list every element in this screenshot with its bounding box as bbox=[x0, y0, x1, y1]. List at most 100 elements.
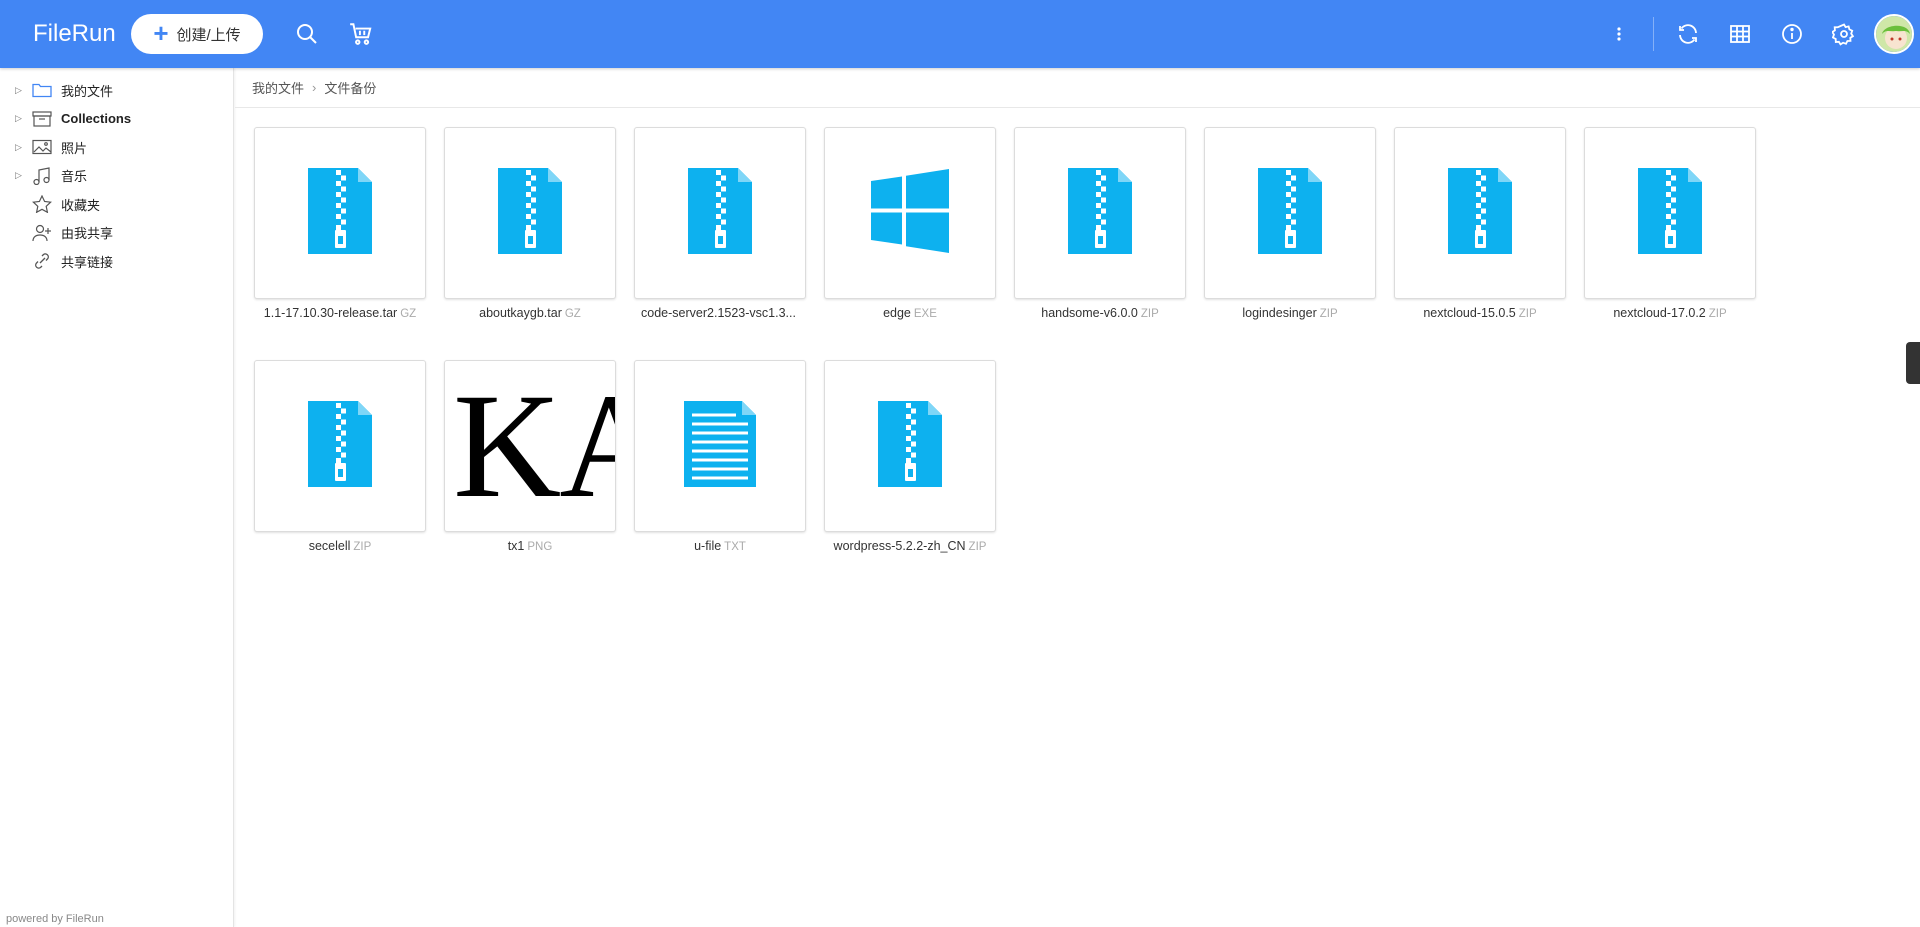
file-name: handsome-v6.0.0 bbox=[1041, 306, 1138, 320]
file-name: wordpress-5.2.2-zh_CN bbox=[833, 539, 966, 553]
sidebar-item-shared-by-me[interactable]: ▷ 由我共享 bbox=[0, 219, 233, 248]
avatar[interactable] bbox=[1874, 14, 1914, 54]
file-thumbnail[interactable] bbox=[634, 127, 806, 299]
file-thumbnail[interactable] bbox=[254, 360, 426, 532]
settings-icon[interactable] bbox=[1824, 14, 1864, 54]
breadcrumb: 我的文件 › 文件备份 bbox=[235, 68, 1920, 108]
file-thumbnail[interactable] bbox=[254, 127, 426, 299]
link-icon bbox=[31, 251, 53, 271]
windows-icon bbox=[871, 168, 949, 258]
file-tile[interactable]: wordpress-5.2.2-zh_CN ZIP bbox=[824, 360, 996, 553]
file-tile[interactable]: u-file TXT bbox=[634, 360, 806, 553]
file-tile[interactable]: edge EXE bbox=[824, 127, 996, 320]
file-name: tx1 bbox=[507, 539, 525, 553]
file-ext: TXT bbox=[724, 541, 746, 553]
file-thumbnail[interactable] bbox=[634, 360, 806, 532]
archive-icon bbox=[688, 167, 752, 259]
sidebar-item-shared-links[interactable]: ▷ 共享链接 bbox=[0, 247, 233, 276]
file-ext: PNG bbox=[527, 541, 553, 553]
app-logo[interactable]: FileRun bbox=[33, 20, 131, 48]
archive-icon bbox=[878, 400, 942, 492]
archive-icon bbox=[498, 167, 562, 259]
file-name: nextcloud-15.0.5 bbox=[1423, 306, 1516, 320]
sidebar-item-label: Collections bbox=[61, 111, 132, 127]
breadcrumb-current[interactable]: 文件备份 bbox=[324, 78, 376, 97]
file-tile[interactable]: nextcloud-15.0.5 ZIP bbox=[1394, 127, 1566, 320]
info-icon[interactable] bbox=[1772, 14, 1812, 54]
expand-caret-icon[interactable]: ▷ bbox=[15, 142, 27, 153]
cart-icon[interactable] bbox=[341, 14, 381, 54]
sidebar-item-photos[interactable]: ▷ 照片 bbox=[0, 133, 233, 162]
sidebar-item-music[interactable]: ▷ 音乐 bbox=[0, 162, 233, 191]
file-name: secelell bbox=[308, 539, 351, 553]
file-name: nextcloud-17.0.2 bbox=[1613, 306, 1706, 320]
shared-user-icon bbox=[31, 223, 53, 243]
sidebar: ▷ 我的文件 ▷ Collections ▷ 照片 ▷ 音乐 ▷ 收藏夹 ▷ 由… bbox=[0, 68, 234, 927]
image-thumbnail[interactable]: KAT bbox=[444, 360, 616, 532]
file-ext: ZIP bbox=[353, 541, 372, 553]
sidebar-item-my-files[interactable]: ▷ 我的文件 bbox=[0, 76, 233, 105]
archive-icon bbox=[308, 167, 372, 259]
photo-icon bbox=[31, 137, 53, 157]
file-ext: ZIP bbox=[1518, 308, 1537, 320]
expand-caret-icon[interactable]: ▷ bbox=[15, 170, 27, 181]
sidebar-item-label: 收藏夹 bbox=[61, 197, 101, 213]
file-ext: GZ bbox=[400, 308, 417, 320]
file-thumbnail[interactable] bbox=[1014, 127, 1186, 299]
sidebar-item-label: 共享链接 bbox=[61, 254, 114, 270]
file-grid: 1.1-17.10.30-release.tar GZ aboutkaygb.ta… bbox=[254, 127, 1756, 553]
search-icon[interactable] bbox=[287, 14, 327, 54]
sidebar-item-favorites[interactable]: ▷ 收藏夹 bbox=[0, 190, 233, 219]
side-panel-handle[interactable] bbox=[1906, 342, 1920, 384]
file-tile[interactable]: aboutkaygb.tar GZ bbox=[444, 127, 616, 320]
thumbnail-text: KAT bbox=[453, 363, 615, 529]
sidebar-item-label: 我的文件 bbox=[61, 83, 114, 99]
grid-view-icon[interactable] bbox=[1720, 14, 1760, 54]
sidebar-item-label: 照片 bbox=[61, 140, 88, 156]
file-thumbnail[interactable] bbox=[1584, 127, 1756, 299]
file-tile[interactable]: handsome-v6.0.0 ZIP bbox=[1014, 127, 1186, 320]
file-name: 1.1-17.10.30-release.tar bbox=[263, 306, 398, 320]
archive-icon bbox=[308, 400, 372, 492]
file-name: code-server2.1523-vsc1.3... bbox=[641, 306, 796, 320]
file-ext: ZIP bbox=[1708, 308, 1727, 320]
powered-by-text[interactable]: powered by FileRun bbox=[6, 913, 104, 925]
file-thumbnail[interactable] bbox=[1204, 127, 1376, 299]
file-thumbnail[interactable] bbox=[824, 360, 996, 532]
file-tile[interactable]: secelell ZIP bbox=[254, 360, 426, 553]
file-thumbnail[interactable] bbox=[1394, 127, 1566, 299]
toolbar-divider bbox=[1653, 17, 1654, 51]
archive-icon bbox=[1258, 167, 1322, 259]
folder-icon bbox=[31, 80, 53, 100]
file-ext: GZ bbox=[564, 308, 581, 320]
main-content: 我的文件 › 文件备份 1.1-17.10.30-release.tar GZ a… bbox=[235, 68, 1920, 927]
file-tile[interactable]: KAT tx1PNG bbox=[444, 360, 616, 553]
new-upload-button[interactable]: + 创建/上传 bbox=[131, 14, 263, 54]
file-tile[interactable]: 1.1-17.10.30-release.tar GZ bbox=[254, 127, 426, 320]
file-thumbnail[interactable] bbox=[824, 127, 996, 299]
music-icon bbox=[31, 166, 53, 186]
file-name: aboutkaygb.tar bbox=[479, 306, 562, 320]
expand-caret-icon[interactable]: ▷ bbox=[15, 113, 27, 124]
file-tile[interactable]: logindesinger ZIP bbox=[1204, 127, 1376, 320]
file-ext: ZIP bbox=[1140, 308, 1159, 320]
file-ext: ZIP bbox=[968, 541, 987, 553]
file-name: logindesinger bbox=[1242, 306, 1317, 320]
file-tile[interactable]: nextcloud-17.0.2 ZIP bbox=[1584, 127, 1756, 320]
breadcrumb-root[interactable]: 我的文件 bbox=[252, 78, 304, 97]
more-vert-icon[interactable] bbox=[1599, 14, 1639, 54]
expand-caret-icon[interactable]: ▷ bbox=[15, 85, 27, 96]
file-tile[interactable]: code-server2.1523-vsc1.3... bbox=[634, 127, 806, 320]
file-name: edge bbox=[883, 306, 911, 320]
new-upload-label: 创建/上传 bbox=[176, 26, 241, 44]
sidebar-item-collections[interactable]: ▷ Collections bbox=[0, 105, 233, 134]
archive-box-icon bbox=[31, 109, 53, 129]
file-thumbnail[interactable] bbox=[444, 127, 616, 299]
sidebar-item-label: 由我共享 bbox=[61, 226, 114, 242]
file-name: u-file bbox=[694, 539, 722, 553]
breadcrumb-separator: › bbox=[312, 80, 317, 95]
file-ext: ZIP bbox=[1319, 308, 1338, 320]
archive-icon bbox=[1068, 167, 1132, 259]
refresh-icon[interactable] bbox=[1668, 14, 1708, 54]
plus-icon: + bbox=[153, 17, 169, 48]
